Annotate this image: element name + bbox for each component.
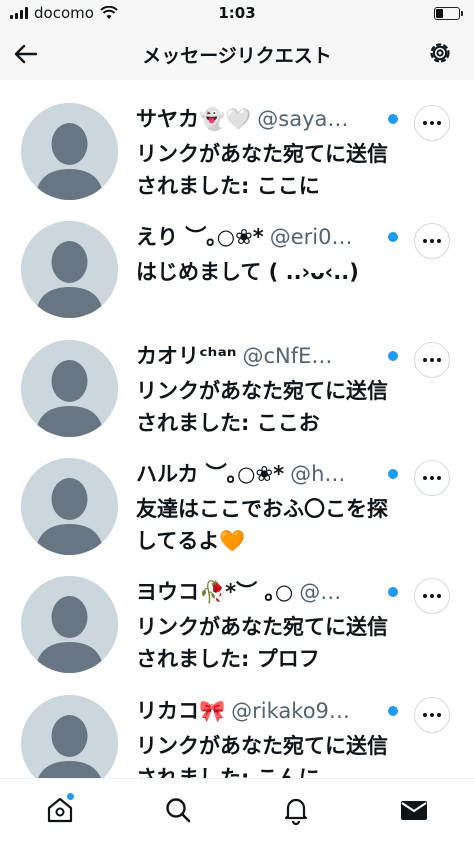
message-preview: リンクがあなた宛てに送信されました: ここに	[136, 142, 388, 198]
dot	[437, 358, 441, 362]
sender-handle: @eri0…	[269, 225, 353, 249]
sender-info: リカコ🎀 @rikako9…	[136, 696, 388, 726]
avatar[interactable]	[21, 458, 118, 555]
bell-icon	[284, 798, 308, 826]
dot	[437, 594, 441, 598]
sender-handle: @h…	[290, 462, 346, 486]
avatar[interactable]	[21, 340, 118, 437]
dot	[430, 358, 434, 362]
dot	[423, 476, 427, 480]
nav-messages[interactable]	[399, 795, 429, 825]
more-options-button[interactable]	[414, 223, 450, 259]
sender-name: えり ︶｡○❀*	[136, 225, 264, 249]
message-preview: 友達はここでおふ〇こを探してるよ🧡	[136, 497, 388, 553]
nav-search[interactable]	[163, 795, 193, 825]
sender-handle: @cNfE…	[242, 344, 333, 368]
sender-info: えり ︶｡○❀* @eri0…	[136, 222, 388, 252]
dot	[423, 713, 427, 717]
dot	[430, 239, 434, 243]
unread-indicator	[388, 232, 398, 242]
message-request-item[interactable]: カオリᶜʰᵃⁿ @cNfE… リンクがあなた宛てに送信されました: ここお	[0, 325, 474, 443]
default-profile-icon	[21, 221, 118, 318]
more-options-button[interactable]	[414, 460, 450, 496]
sender-name: サヤカ👻🤍	[136, 107, 252, 131]
nav-home[interactable]	[45, 793, 75, 825]
message-request-item[interactable]: サヤカ👻🤍 @saya… リンクがあなた宛てに送信されました: ここに	[0, 88, 474, 206]
unread-indicator	[388, 469, 398, 479]
search-icon	[166, 798, 191, 823]
dot	[430, 713, 434, 717]
default-profile-icon	[21, 103, 118, 200]
default-profile-icon	[21, 695, 118, 778]
clock: 1:03	[218, 4, 256, 22]
avatar[interactable]	[21, 103, 118, 200]
message-request-item[interactable]: ヨウコ🥀*︶ ｡○ @… リンクがあなた宛てに送信されました: プロフ	[0, 561, 474, 679]
dot	[423, 239, 427, 243]
message-preview: リンクがあなた宛てに送信されました: こんに	[136, 734, 388, 778]
bottom-navigation	[0, 778, 474, 844]
message-preview: リンクがあなた宛てに送信されました: ここお	[136, 379, 388, 435]
dot	[437, 239, 441, 243]
battery-level	[436, 9, 444, 18]
avatar[interactable]	[21, 221, 118, 318]
home-notification-dot	[67, 793, 74, 800]
sender-name: ハルカ ︶｡○❀*	[136, 462, 285, 486]
dot	[430, 121, 434, 125]
sender-name: カオリᶜʰᵃⁿ	[136, 344, 237, 368]
sender-info: ヨウコ🥀*︶ ｡○ @…	[136, 577, 388, 607]
sender-info: ハルカ ︶｡○❀* @h…	[136, 459, 388, 489]
default-profile-icon	[21, 576, 118, 673]
sender-handle: @rikako9…	[231, 699, 350, 723]
sender-handle: @saya…	[257, 107, 349, 131]
avatar[interactable]	[21, 576, 118, 673]
battery-icon	[434, 7, 463, 20]
nav-notifications[interactable]	[281, 795, 311, 826]
unread-indicator	[388, 114, 398, 124]
more-options-button[interactable]	[414, 342, 450, 378]
sender-handle: @…	[299, 580, 342, 604]
default-profile-icon	[21, 458, 118, 555]
status-bar: docomo 1:03	[0, 0, 474, 28]
more-options-button[interactable]	[414, 105, 450, 141]
more-options-button[interactable]	[414, 578, 450, 614]
settings-button[interactable]	[426, 39, 454, 67]
dot	[430, 594, 434, 598]
sender-info: サヤカ👻🤍 @saya…	[136, 104, 388, 134]
unread-indicator	[388, 706, 398, 716]
page-title: メッセージリクエスト	[142, 45, 332, 67]
message-request-item[interactable]: ハルカ ︶｡○❀* @h… 友達はここでおふ〇こを探してるよ🧡	[0, 443, 474, 561]
app-header: メッセージリクエスト	[0, 28, 474, 80]
dot	[423, 121, 427, 125]
dot	[437, 476, 441, 480]
message-preview: はじめまして ( ..›ᴗ‹..)	[136, 260, 359, 284]
dot	[437, 121, 441, 125]
gear-icon	[430, 43, 450, 63]
default-profile-icon	[21, 340, 118, 437]
dot	[430, 476, 434, 480]
mail-icon	[401, 801, 427, 820]
avatar[interactable]	[21, 695, 118, 778]
sender-name: ヨウコ🥀*︶ ｡○	[136, 580, 294, 604]
message-request-item[interactable]: えり ︶｡○❀* @eri0… はじめまして ( ..›ᴗ‹..)	[0, 206, 474, 324]
sender-info: カオリᶜʰᵃⁿ @cNfE…	[136, 341, 388, 371]
sender-name: リカコ🎀	[136, 699, 226, 723]
more-options-button[interactable]	[414, 697, 450, 733]
dot	[437, 713, 441, 717]
dot	[423, 594, 427, 598]
dot	[423, 358, 427, 362]
message-request-list: サヤカ👻🤍 @saya… リンクがあなた宛てに送信されました: ここに えり ︶｡…	[0, 88, 474, 778]
unread-indicator	[388, 351, 398, 361]
unread-indicator	[388, 587, 398, 597]
message-preview: リンクがあなた宛てに送信されました: プロフ	[136, 615, 388, 671]
message-request-item[interactable]: リカコ🎀 @rikako9… リンクがあなた宛てに送信されました: こんに	[0, 680, 474, 778]
